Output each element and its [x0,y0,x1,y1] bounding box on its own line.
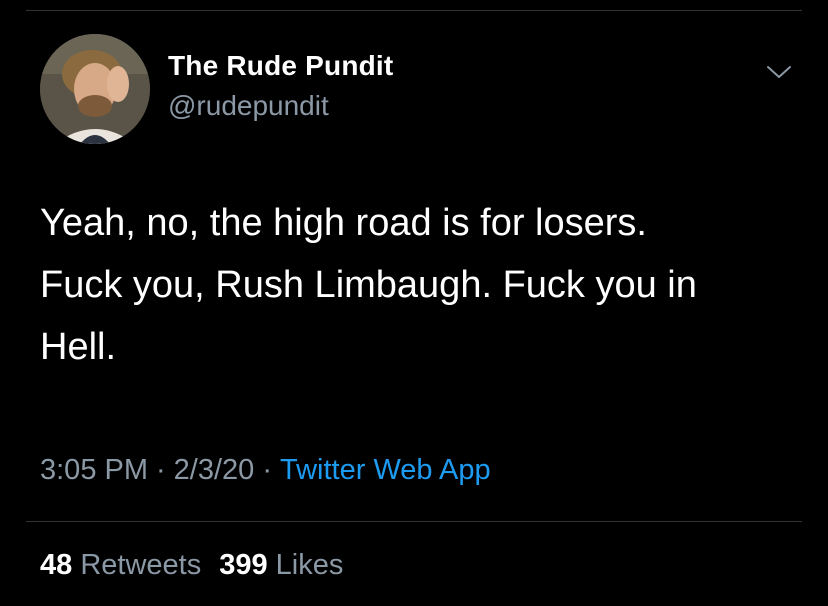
likes-stat[interactable]: 399 Likes [219,549,343,581]
likes-count: 399 [219,549,268,581]
retweets-stat[interactable]: 48 Retweets [40,549,201,581]
likes-label: Likes [275,549,344,581]
retweets-count: 48 [40,549,73,581]
tweet-text: Yeah, no, the high road is for losers. F… [40,192,800,378]
meta-separator: · [262,454,272,486]
retweets-label: Retweets [80,549,202,581]
display-name[interactable]: The Rude Pundit [168,50,393,82]
top-divider [26,10,802,11]
tweet-meta: 3:05 PM · 2/3/20 · Twitter Web App [40,454,491,487]
tweet-text-line: Yeah, no, the high road is for losers. [40,202,647,244]
tweet-text-line: Hell. [40,326,117,368]
chevron-down-icon[interactable] [764,62,794,82]
tweet-source-link[interactable]: Twitter Web App [280,454,491,486]
tweet-text-line: Fuck you, Rush Limbaugh. Fuck you in [40,264,697,306]
tweet-date[interactable]: 2/3/20 [174,454,255,486]
user-handle[interactable]: @rudepundit [168,90,329,122]
meta-separator: · [156,454,166,486]
tweet-time[interactable]: 3:05 PM [40,454,148,486]
engagement-stats: 48 Retweets 399 Likes [40,549,361,582]
stats-divider [26,521,802,522]
avatar[interactable] [40,34,150,144]
